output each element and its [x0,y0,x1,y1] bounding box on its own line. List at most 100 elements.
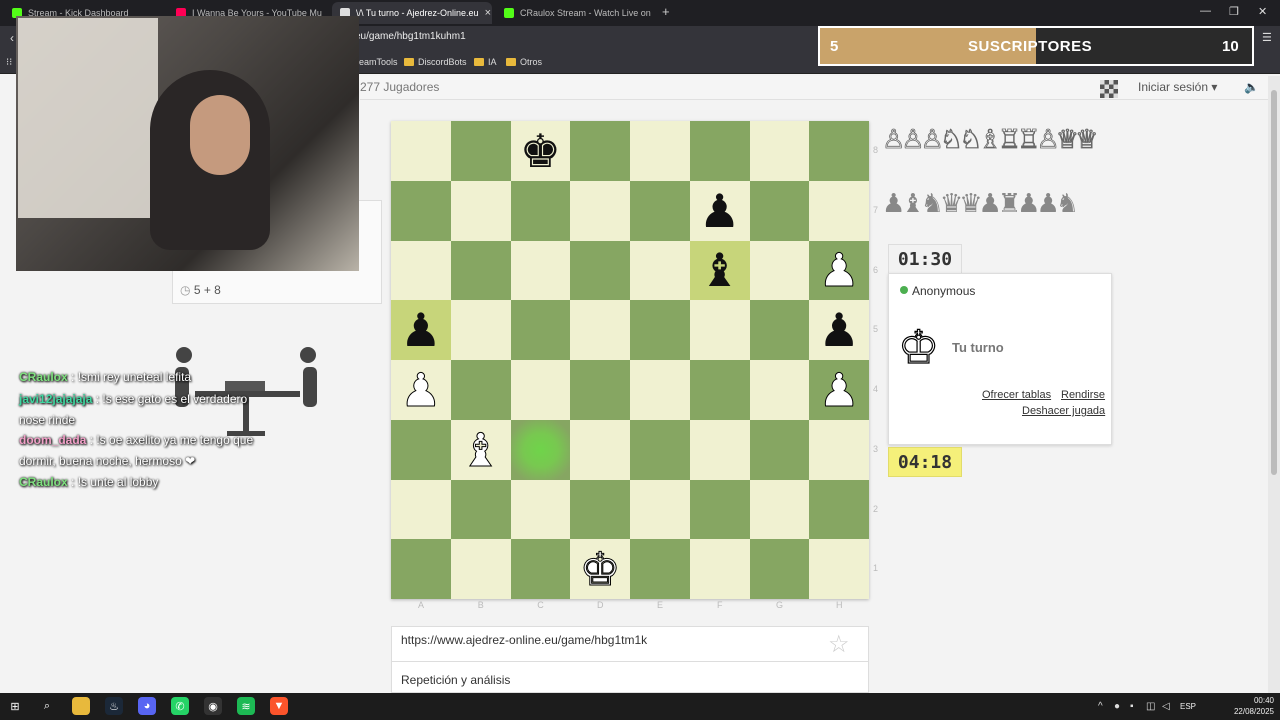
square-b2[interactable] [450,479,511,540]
search-icon[interactable]: ⌕ [38,697,56,715]
white-bishop-icon[interactable]: ♝ [459,426,501,473]
black-bishop-icon[interactable]: ♝ [699,247,740,293]
square-b6[interactable] [450,240,511,301]
square-g1[interactable] [749,539,810,599]
square-f8[interactable] [689,121,750,181]
tray-chevron-icon[interactable]: ^ [1098,701,1103,712]
bookmark-item[interactable]: IA [474,57,497,67]
chat-username[interactable]: javi12jajajaja [19,392,92,406]
square-d3[interactable] [570,419,630,480]
square-h1[interactable] [809,539,869,599]
apps-icon[interactable]: ⁝⁝ [6,57,12,68]
microphone-icon[interactable]: ● [1114,701,1120,712]
chat-username[interactable]: CRaulox [19,370,68,384]
square-c3[interactable] [510,419,571,480]
square-f1[interactable] [689,539,750,599]
black-pawn-icon[interactable]: ♟ [400,307,441,353]
square-f6[interactable]: ♝ [689,240,750,301]
square-b1[interactable] [450,539,511,599]
square-b8[interactable] [450,121,511,181]
white-pawn-icon[interactable]: ♟ [818,247,860,294]
square-e4[interactable] [630,360,690,420]
square-f4[interactable] [689,360,750,420]
square-d6[interactable] [570,240,630,301]
obs-icon[interactable]: ◉ [204,697,222,715]
square-g7[interactable] [749,180,810,241]
black-pawn-icon[interactable]: ♟ [699,188,740,234]
minimize-icon[interactable]: — [1200,5,1211,17]
square-a7[interactable] [391,180,451,241]
white-pawn-icon[interactable]: ♟ [818,366,860,413]
steam-icon[interactable]: ♨ [105,697,123,715]
square-h6[interactable]: ♟ [809,240,869,301]
square-h4[interactable]: ♟ [809,360,869,420]
square-e3[interactable] [630,419,690,480]
black-pawn-icon[interactable]: ♟ [819,307,860,353]
restore-icon[interactable]: ❐ [1229,5,1239,18]
square-g8[interactable] [749,121,810,181]
square-a2[interactable] [391,479,451,540]
square-a6[interactable] [391,240,451,301]
square-b7[interactable] [450,180,511,241]
square-e6[interactable] [630,240,690,301]
bookmark-item[interactable]: Otros [506,57,542,67]
square-g4[interactable] [749,360,810,420]
square-c1[interactable] [510,539,571,599]
menu-icon[interactable]: ☰ [1262,31,1272,44]
square-a4[interactable]: ♟ [391,360,451,420]
square-c6[interactable] [510,240,571,301]
black-king-icon[interactable]: ♚ [520,128,561,174]
square-c5[interactable] [510,300,571,360]
square-b3[interactable]: ♝ [450,419,511,480]
square-a8[interactable] [391,121,451,181]
brave-icon[interactable]: ▼ [270,697,288,715]
square-d4[interactable] [570,360,630,420]
square-g6[interactable] [749,240,810,301]
white-pawn-icon[interactable]: ♟ [400,366,442,413]
square-d5[interactable] [570,300,630,360]
square-e1[interactable] [630,539,690,599]
windows-start-icon[interactable]: ⊞ [6,697,24,715]
square-h7[interactable] [809,180,869,241]
discord-icon[interactable]: ◕ [138,697,156,715]
star-icon[interactable]: ☆ [828,630,850,659]
whatsapp-icon[interactable]: ✆ [171,697,189,715]
sound-icon[interactable]: 🔈 [1244,80,1259,94]
close-window-icon[interactable]: ✕ [1258,5,1267,18]
square-b5[interactable] [450,300,511,360]
bookmark-item[interactable]: reamTools [356,57,398,67]
url-text[interactable]: eu/game/hbg1tm1kuhm1 [355,31,466,42]
square-h2[interactable] [809,479,869,540]
square-f2[interactable] [689,479,750,540]
square-g3[interactable] [749,419,810,480]
square-h8[interactable] [809,121,869,181]
tray-app-icon[interactable]: ▪ [1130,701,1134,712]
scrollbar-thumb[interactable] [1271,90,1277,475]
spotify-icon[interactable]: ≋ [237,697,255,715]
resign-link[interactable]: Rendirse [1061,389,1105,401]
chat-username[interactable]: CRaulox [19,475,68,489]
square-h5[interactable]: ♟ [809,300,869,360]
square-e2[interactable] [630,479,690,540]
chess-board[interactable]: ♚ ♟ ♝ ♟ ♟ ♟ ♟ ♟ ♝ ♚ [391,121,869,599]
square-e7[interactable] [630,180,690,241]
square-g5[interactable] [749,300,810,360]
square-f5[interactable] [689,300,750,360]
square-b4[interactable] [450,360,511,420]
square-f7[interactable]: ♟ [689,180,750,241]
chessboard-logo-icon[interactable] [1100,80,1118,98]
square-f3[interactable] [689,419,750,480]
square-a5[interactable]: ♟ [391,300,451,360]
square-c8[interactable]: ♚ [510,121,571,181]
chat-username[interactable]: doom_dada [19,433,86,447]
back-icon[interactable]: ‹ [10,31,14,45]
undo-move-link[interactable]: Deshacer jugada [1022,405,1105,417]
file-explorer-icon[interactable] [72,697,90,715]
login-dropdown[interactable]: Iniciar sesión ▾ [1138,80,1217,94]
square-h3[interactable] [809,419,869,480]
square-e5[interactable] [630,300,690,360]
offer-draw-link[interactable]: Ofrecer tablas [982,389,1051,401]
bookmark-item[interactable]: DiscordBots [404,57,467,67]
close-tab-icon[interactable]: × [485,7,491,19]
browser-tab[interactable]: CRaulox Stream - Watch Live on [496,2,656,24]
